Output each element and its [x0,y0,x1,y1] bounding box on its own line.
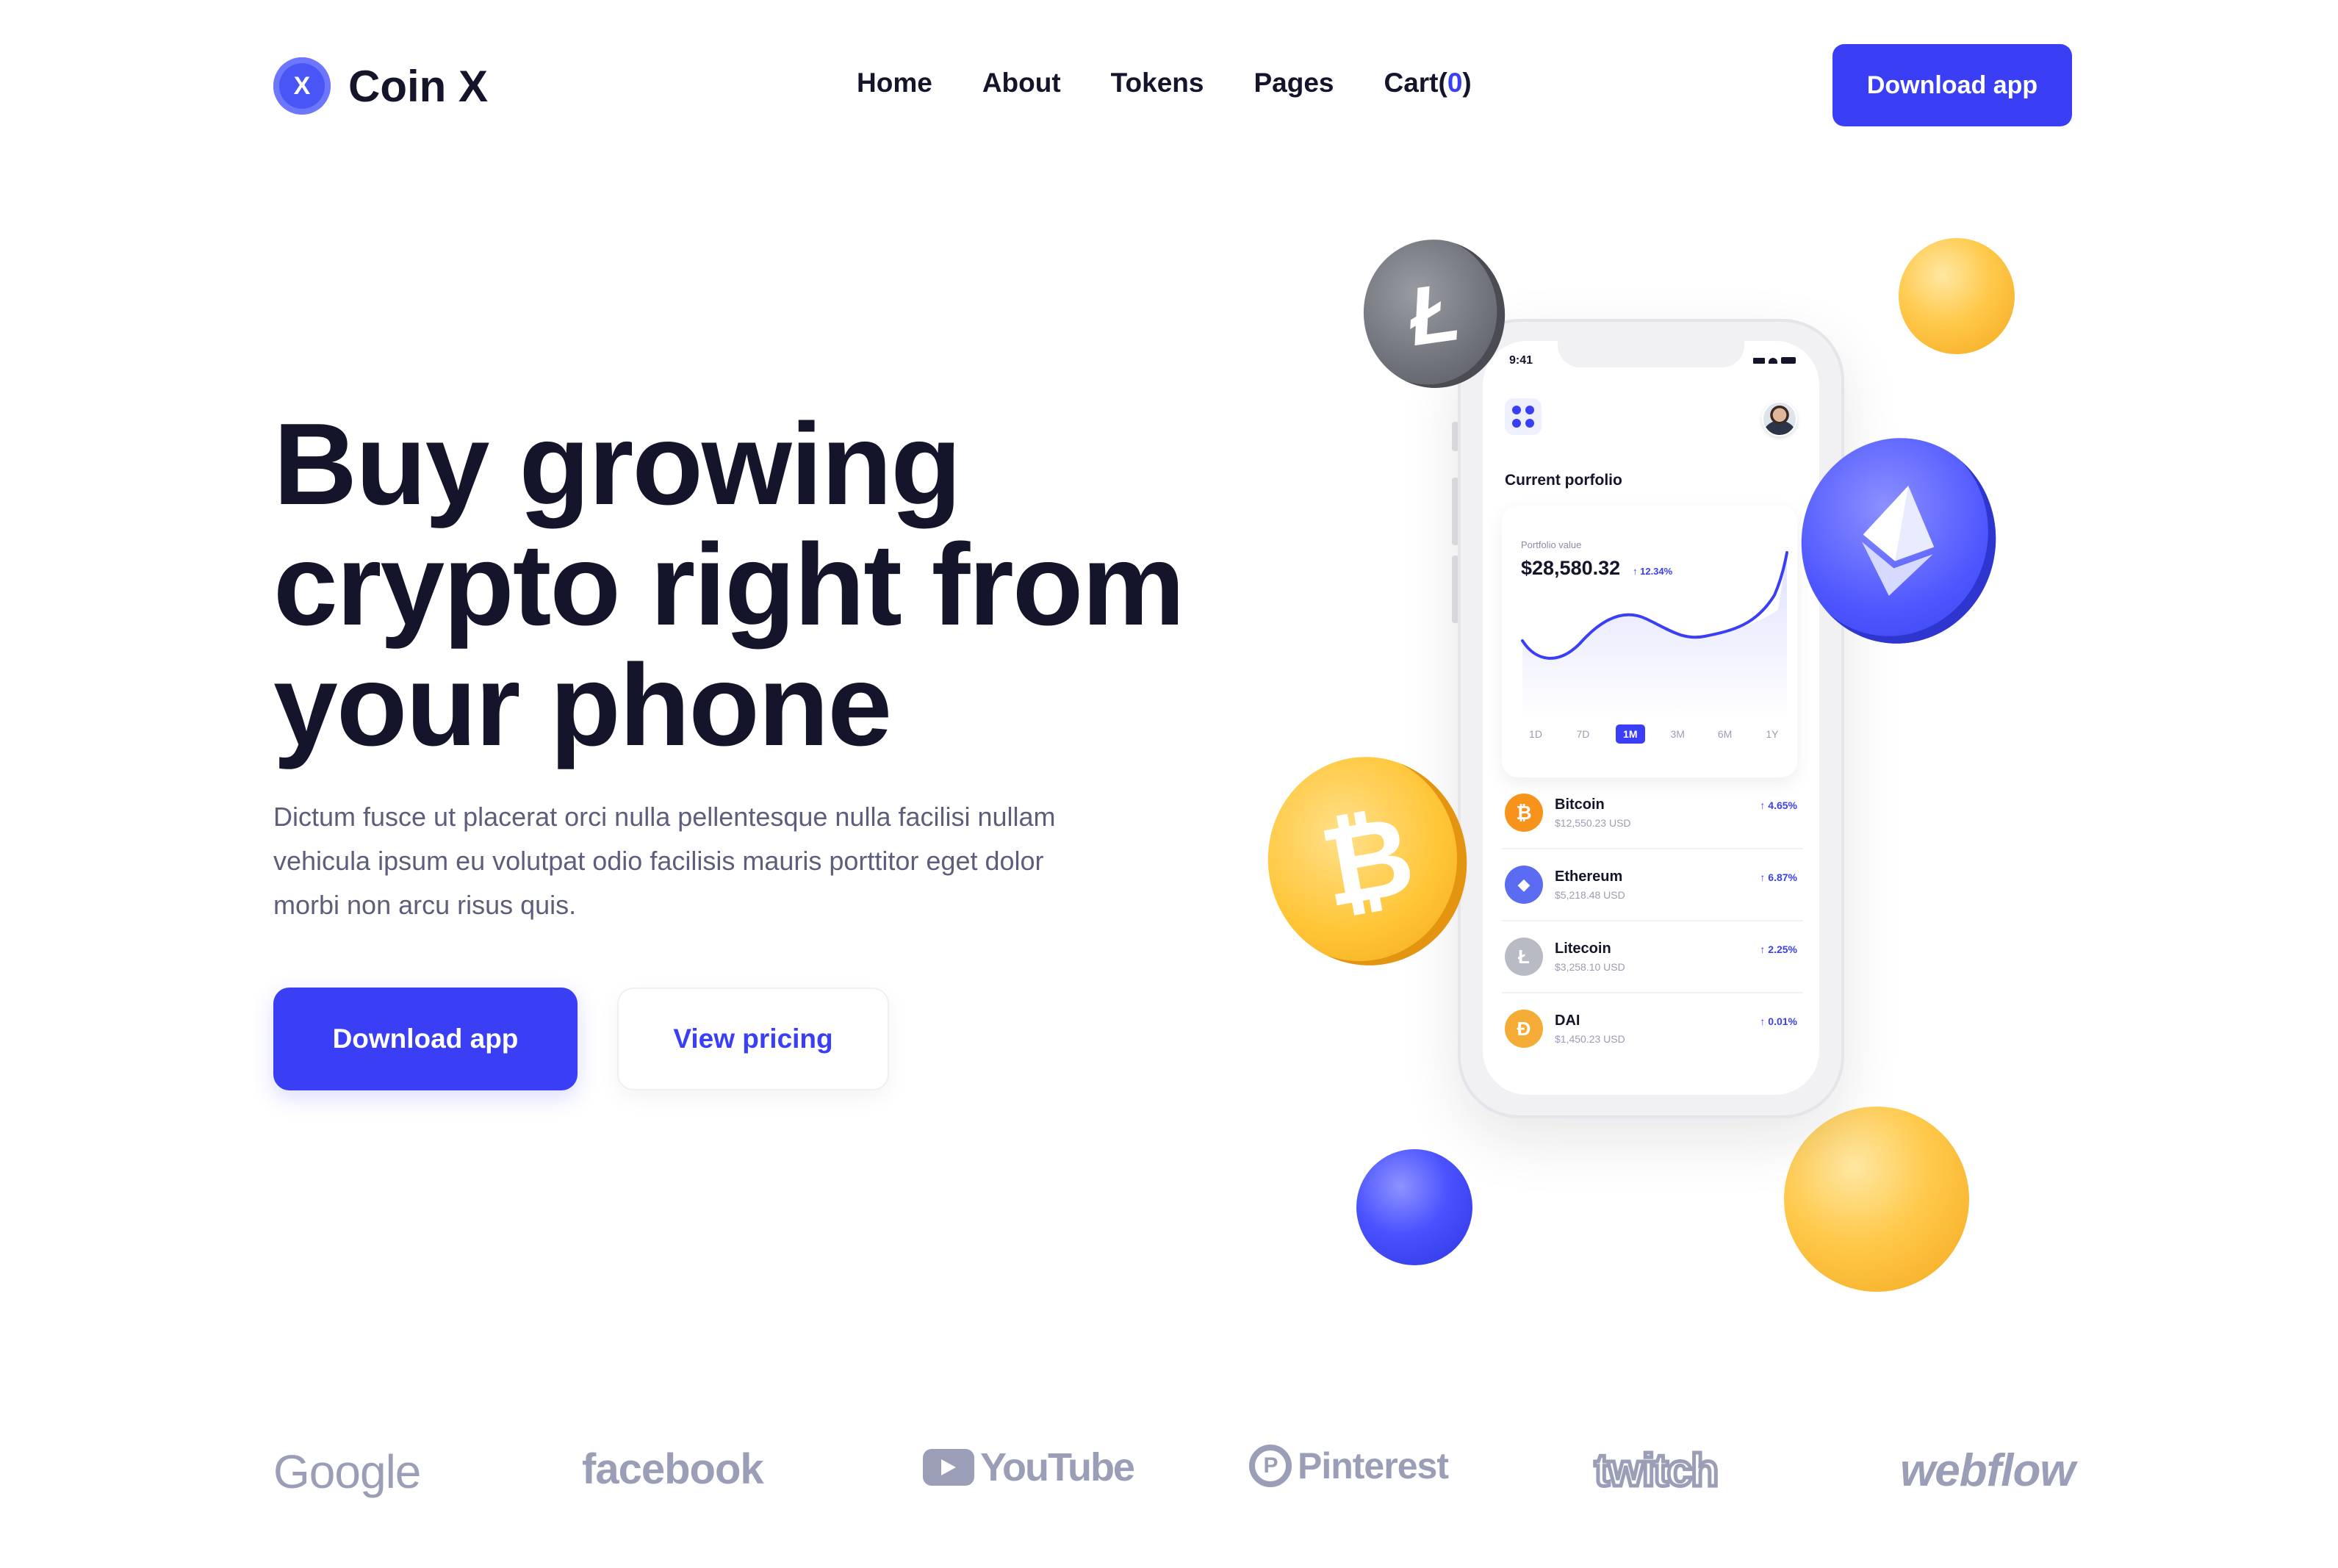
status-time: 9:41 [1509,354,1533,367]
site-logo[interactable]: X Coin X [273,57,488,115]
youtube-logo: YouTube [923,1445,1135,1490]
coin-price: $12,550.23 USD [1555,817,1631,829]
litecoin-icon: Ł [1505,938,1543,976]
range-3m[interactable]: 3M [1663,724,1692,744]
dai-icon: Ð [1505,1010,1543,1048]
pinterest-p-icon: P [1249,1445,1292,1487]
coin-name: Litecoin [1555,941,1611,957]
nav-tokens[interactable]: Tokens [1111,68,1204,98]
range-7d[interactable]: 7D [1568,724,1597,744]
range-6m[interactable]: 6M [1711,724,1740,744]
webflow-logo: webflow [1900,1445,2076,1496]
coin-row-bitcoin[interactable]: ₿ Bitcoin $12,550.23 USD ↑ 4.65% [1502,777,1803,849]
nav-cart[interactable]: Cart(0) [1384,68,1471,98]
ethereum-icon: ◆ [1505,866,1543,904]
phone-notch [1558,339,1744,367]
status-bar-icons [1753,357,1796,364]
hero-description: Dictum fusce ut placerat orci nulla pell… [273,802,1056,920]
nav-home[interactable]: Home [857,68,932,98]
pinterest-logo: P Pinterest [1249,1445,1449,1487]
cart-count: 0 [1447,68,1463,98]
signal-icon [1753,357,1765,364]
portfolio-line-chart [1521,551,1788,720]
coin-row-litecoin[interactable]: Ł Litecoin $3,258.10 USD ↑ 2.25% [1502,921,1803,993]
youtube-play-icon [923,1449,974,1486]
brand-name: Coin X [348,61,488,111]
yellow-sphere-decoration [1899,238,2015,354]
coin-x-logo-icon: X [273,57,331,115]
bitcoin-icon: ₿ [1505,794,1543,832]
yellow-sphere-decoration [1784,1107,1969,1292]
coin-row-ethereum[interactable]: ◆ Ethereum $5,218.48 USD ↑ 6.87% [1502,849,1803,921]
youtube-wordmark: YouTube [980,1445,1135,1489]
ethereum-glyph [1862,486,1935,596]
app-menu-icon[interactable] [1505,398,1542,435]
hero-title: Buy growing crypto right from your phone [273,400,1185,770]
wifi-icon [1769,357,1777,364]
nav-about[interactable]: About [982,68,1061,98]
time-range-selector: 1D 7D 1M 3M 6M 1Y [1521,724,1787,744]
blue-sphere-decoration [1356,1149,1472,1265]
pinterest-wordmark: Pinterest [1298,1445,1449,1486]
coin-change: ↑ 6.87% [1760,871,1797,883]
twitch-logo: twitch [1592,1444,1720,1498]
landing-page: X Coin X Home About Tokens Pages Cart(0)… [0,0,2338,1568]
coin-change: ↑ 0.01% [1760,1015,1797,1027]
view-pricing-button[interactable]: View pricing [617,988,889,1090]
portfolio-heading: Current porfolio [1505,472,1622,489]
facebook-logo: facebook [582,1445,764,1493]
coin-change: ↑ 4.65% [1760,799,1797,811]
chart-area [1522,553,1787,720]
main-nav: Home About Tokens Pages Cart(0) [857,68,1472,98]
coin-price: $3,258.10 USD [1555,961,1625,973]
user-avatar[interactable] [1762,401,1797,436]
download-app-button[interactable]: Download app [273,988,578,1090]
coin-name: DAI [1555,1013,1580,1029]
battery-icon [1781,357,1796,364]
coin-price: $5,218.48 USD [1555,889,1625,901]
range-1y[interactable]: 1Y [1758,724,1787,744]
coin-name: Ethereum [1555,868,1623,885]
range-1d[interactable]: 1D [1521,724,1550,744]
bitcoin-3d-icon: ₿ [1251,741,1483,982]
nav-download-app-button[interactable]: Download app [1832,44,2072,126]
cart-close: ) [1462,68,1472,98]
coin-name: Bitcoin [1555,796,1605,813]
coin-price: $1,450.23 USD [1555,1033,1625,1045]
range-1m[interactable]: 1M [1615,724,1645,744]
nav-pages[interactable]: Pages [1253,68,1334,98]
google-logo: Google [273,1445,421,1498]
cart-label: Cart( [1384,68,1447,98]
coin-change: ↑ 2.25% [1760,943,1797,955]
coin-row-dai[interactable]: Ð DAI $1,450.23 USD ↑ 0.01% [1502,993,1803,1065]
